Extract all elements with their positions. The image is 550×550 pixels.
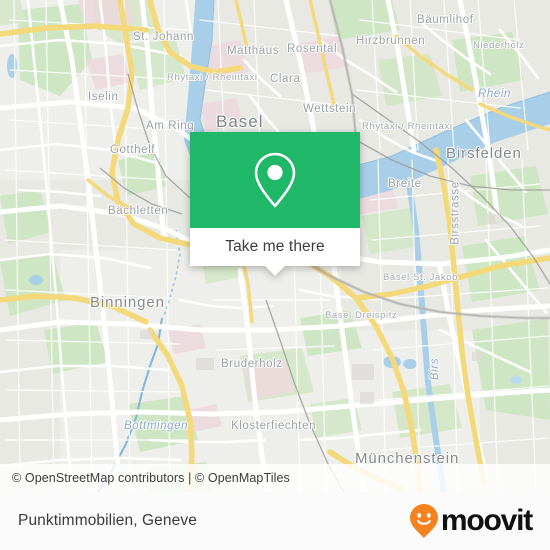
page-footer: Punktimmobilien, Geneve moovit <box>0 492 550 550</box>
attribution-text[interactable]: © OpenStreetMap contributors | © OpenMap… <box>0 471 290 485</box>
popup-image-area <box>190 132 360 228</box>
map-location-popup[interactable]: Take me there <box>190 132 360 276</box>
moovit-logo[interactable]: moovit <box>409 503 533 539</box>
moovit-wordmark: moovit <box>440 504 533 537</box>
map-attribution-bar: © OpenStreetMap contributors | © OpenMap… <box>0 464 550 492</box>
popup-tail <box>264 265 286 276</box>
location-title: Punktimmobilien, Geneve <box>18 512 197 529</box>
map-pin-icon <box>254 152 296 208</box>
popup-action-bar[interactable]: Take me there <box>190 228 360 266</box>
take-me-there-label: Take me there <box>225 238 325 255</box>
moovit-pin-smile-icon <box>409 504 438 538</box>
